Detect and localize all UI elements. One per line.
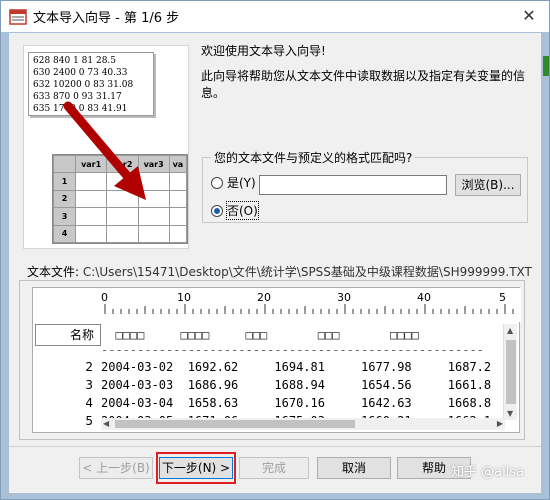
- welcome-text: 欢迎使用文本导入向导! 此向导将帮助您从文本文件中读取数据以及指定有关变量的信息…: [201, 43, 531, 102]
- spss-app-icon: [9, 8, 27, 26]
- preview-data: □□□□ □□□□ □□□ □□□ □□□□ -----------------…: [101, 324, 503, 420]
- background-toolbar-edge: [543, 56, 549, 76]
- scroll-up-icon[interactable]: ▲: [507, 326, 513, 335]
- ruler-number: 0: [101, 291, 108, 304]
- text-file-label: 文本文件:: [27, 265, 80, 279]
- ruler-number: 40: [417, 291, 431, 304]
- footer-divider: [9, 446, 541, 447]
- horizontal-scrollbar[interactable]: ◀ ▶: [101, 418, 505, 430]
- welcome-heading: 欢迎使用文本导入向导!: [201, 44, 326, 58]
- separator-line: ----------------------------------------…: [101, 346, 484, 357]
- horizontal-scroll-thumb[interactable]: [115, 420, 355, 428]
- predefined-format-group: 您的文本文件与预定义的格式匹配吗? 是(Y) 浏览(B)... 否(O): [202, 149, 528, 223]
- text-file-path: 文本文件: C:\Users\15471\Desktop\文件\统计学\SPSS…: [27, 263, 532, 280]
- browse-button[interactable]: 浏览(B)...: [455, 174, 521, 196]
- no-radio-option[interactable]: 否(O): [211, 201, 259, 220]
- ruler-ticks: [104, 304, 514, 314]
- name-header: 名称: [35, 324, 101, 346]
- watermark: 知乎 @ailsa: [451, 465, 525, 480]
- window-title: 文本导入向导 - 第 1/6 步: [33, 11, 180, 26]
- scroll-right-icon[interactable]: ▶: [497, 419, 503, 428]
- yes-radio-option[interactable]: 是(Y): [211, 174, 256, 191]
- cancel-button[interactable]: 取消: [317, 457, 391, 479]
- next-button-highlight: [156, 452, 236, 484]
- scroll-down-icon[interactable]: ▼: [507, 409, 513, 418]
- column-ruler: 0 10 20 30 40 5: [101, 288, 521, 322]
- yes-radio-label[interactable]: 是(Y): [227, 174, 256, 191]
- scroll-left-icon[interactable]: ◀: [103, 419, 109, 428]
- row-number: 4: [85, 396, 93, 410]
- row-header: 名称 2 3 4 5: [35, 324, 101, 428]
- title-bar: 文本导入向导 - 第 1/6 步 ✕: [1, 1, 549, 32]
- welcome-description: 此向导将帮助您从文本文件中读取数据以及指定有关变量的信息。: [201, 69, 526, 100]
- data-line: 2004-03-03 1686.96 1688.94 1654.56 1661.…: [101, 378, 492, 392]
- data-preview: 0 10 20 30 40 5 名称 2 3 4 5 □□□□ □□□□ □□□…: [32, 287, 521, 433]
- text-import-wizard-window: 文本导入向导 - 第 1/6 步 ✕ 628 840 1 81 28.5 630 …: [0, 0, 550, 500]
- close-button[interactable]: ✕: [517, 5, 541, 27]
- finish-button[interactable]: 完成: [239, 457, 309, 479]
- format-file-input[interactable]: [259, 175, 447, 195]
- column-header-line: □□□□ □□□□ □□□ □□□ □□□□: [101, 328, 419, 342]
- data-line: 2004-03-04 1658.63 1670.16 1642.63 1668.…: [101, 396, 492, 410]
- ruler-number: 5: [499, 291, 506, 304]
- vertical-scroll-thumb[interactable]: [506, 340, 516, 404]
- ruler-number: 20: [257, 291, 271, 304]
- wizard-body: 628 840 1 81 28.5 630 2400 0 73 40.33 632 …: [9, 33, 541, 493]
- row-number: 3: [85, 378, 93, 392]
- row-number: 5: [85, 414, 93, 428]
- no-radio-label[interactable]: 否(O): [226, 201, 259, 220]
- no-radio[interactable]: [211, 204, 223, 217]
- red-arrow-icon: [63, 101, 146, 200]
- group-legend: 您的文本文件与预定义的格式匹配吗?: [211, 149, 416, 166]
- data-line: 2004-03-02 1692.62 1694.81 1677.98 1687.…: [101, 360, 492, 374]
- yes-radio[interactable]: [211, 176, 223, 189]
- vertical-scrollbar[interactable]: ▲ ▼: [503, 324, 517, 420]
- back-button[interactable]: < 上一步(B): [79, 457, 153, 479]
- ruler-number: 10: [177, 291, 191, 304]
- row-number: 2: [85, 360, 93, 374]
- text-file-path-value: C:\Users\15471\Desktop\文件\统计学\SPSS基础及中级课…: [82, 265, 532, 279]
- wizard-illustration: 628 840 1 81 28.5 630 2400 0 73 40.33 632 …: [23, 45, 189, 249]
- ruler-number: 30: [337, 291, 351, 304]
- data-preview-panel: 0 10 20 30 40 5 名称 2 3 4 5 □□□□ □□□□ □□□…: [19, 280, 525, 440]
